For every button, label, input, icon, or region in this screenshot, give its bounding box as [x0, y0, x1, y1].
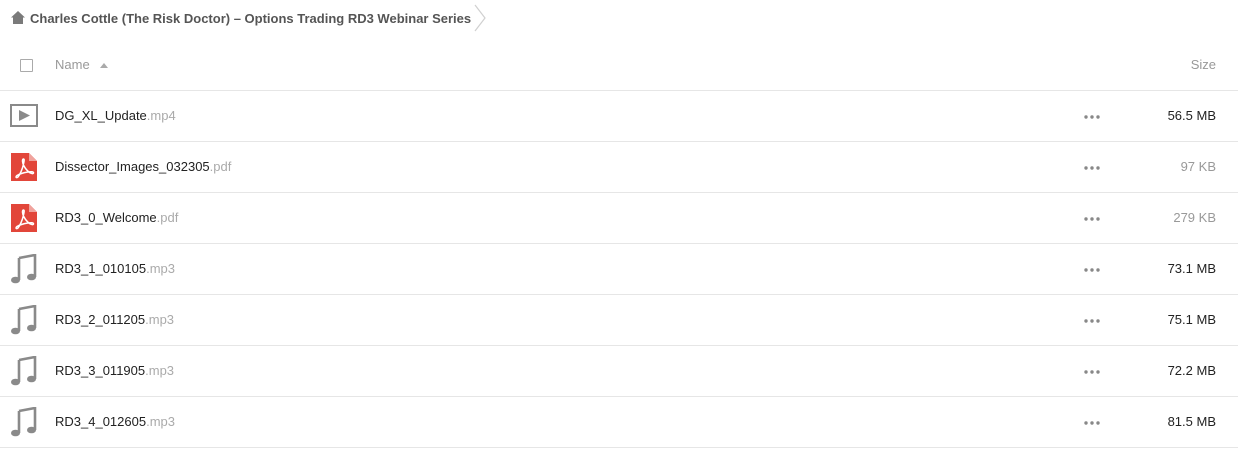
file-name[interactable]: RD3_1_010105.mp3: [55, 261, 175, 276]
file-basename: RD3_4_012605: [55, 414, 147, 429]
more-options-icon[interactable]: [1084, 421, 1100, 425]
sort-ascending-icon[interactable]: [100, 63, 108, 68]
file-basename: RD3_2_011205: [55, 312, 146, 327]
chevron-right-icon: [474, 4, 486, 32]
pdf-file-icon: [11, 204, 37, 232]
table-row[interactable]: RD3_4_012605.mp3 81.5 MB: [0, 397, 1238, 448]
file-size: 279 KB: [1173, 210, 1216, 225]
table-row[interactable]: RD3_1_010105.mp3 73.1 MB: [0, 244, 1238, 295]
audio-file-icon: [11, 305, 37, 335]
file-size: 75.1 MB: [1167, 312, 1216, 327]
audio-file-icon: [11, 407, 37, 437]
file-extension: .mp3: [145, 312, 175, 327]
select-all-checkbox[interactable]: [20, 59, 33, 72]
breadcrumb-folder-link[interactable]: Charles Cottle (The Risk Doctor) – Optio…: [30, 10, 471, 27]
more-options-icon[interactable]: [1084, 268, 1100, 272]
file-name[interactable]: RD3_2_011205.mp3: [55, 312, 174, 327]
more-options-icon[interactable]: [1084, 115, 1100, 119]
audio-file-icon: [11, 356, 37, 386]
file-name[interactable]: RD3_4_012605.mp3: [55, 414, 175, 429]
name-column-header[interactable]: Name: [55, 57, 90, 72]
file-extension: .pdf: [209, 159, 232, 174]
home-icon[interactable]: [10, 10, 26, 25]
more-options-icon[interactable]: [1084, 319, 1100, 323]
table-row[interactable]: RD3_2_011205.mp3 75.1 MB: [0, 295, 1238, 346]
file-size: 81.5 MB: [1167, 414, 1216, 429]
file-size: 73.1 MB: [1167, 261, 1216, 276]
file-basename: Dissector_Images_032305: [55, 159, 210, 174]
file-basename: RD3_0_Welcome: [55, 210, 157, 225]
table-row[interactable]: RD3_0_Welcome.pdf 279 KB: [0, 193, 1238, 244]
size-column-header[interactable]: Size: [1191, 57, 1216, 72]
file-name[interactable]: RD3_3_011905.mp3: [55, 363, 174, 378]
pdf-file-icon: [11, 153, 37, 181]
file-extension: .mp3: [145, 363, 175, 378]
more-options-icon[interactable]: [1084, 166, 1100, 170]
file-basename: RD3_1_010105: [55, 261, 147, 276]
file-basename: DG_XL_Update: [55, 108, 147, 123]
video-file-icon: [10, 104, 38, 127]
file-size: 72.2 MB: [1167, 363, 1216, 378]
file-list: DG_XL_Update.mp4 56.5 MB Dissector_Image…: [0, 91, 1238, 448]
table-row[interactable]: RD3_3_011905.mp3 72.2 MB: [0, 346, 1238, 397]
file-name[interactable]: RD3_0_Welcome.pdf: [55, 210, 178, 225]
file-size: 97 KB: [1180, 159, 1216, 174]
audio-file-icon: [11, 254, 37, 284]
more-options-icon[interactable]: [1084, 217, 1100, 221]
file-extension: .mp3: [146, 414, 175, 429]
file-name[interactable]: DG_XL_Update.mp4: [55, 108, 176, 123]
table-row[interactable]: Dissector_Images_032305.pdf 97 KB: [0, 142, 1238, 193]
file-basename: RD3_3_011905: [55, 363, 146, 378]
file-extension: .mp3: [146, 261, 175, 276]
more-options-icon[interactable]: [1084, 370, 1100, 374]
table-header: Name Size: [0, 40, 1238, 91]
file-size: 56.5 MB: [1167, 108, 1216, 123]
breadcrumb: Charles Cottle (The Risk Doctor) – Optio…: [0, 0, 1238, 37]
file-name[interactable]: Dissector_Images_032305.pdf: [55, 159, 231, 174]
file-extension: .pdf: [156, 210, 179, 225]
table-row[interactable]: DG_XL_Update.mp4 56.5 MB: [0, 91, 1238, 142]
file-extension: .mp4: [146, 108, 176, 123]
